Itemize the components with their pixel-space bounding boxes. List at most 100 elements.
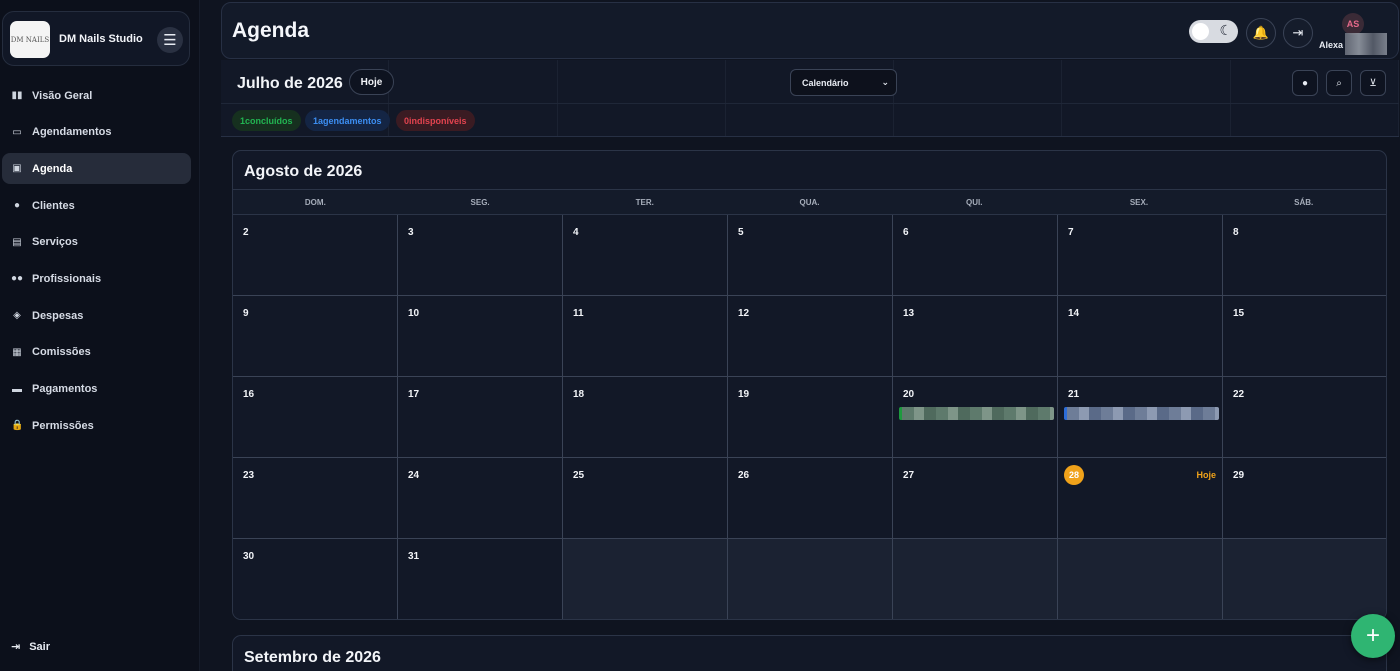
sidebar-item-label: Profissionais [32, 272, 102, 285]
calendar-day[interactable]: 21 [1058, 377, 1223, 458]
page-title: Agenda [232, 19, 310, 42]
calendar-day[interactable]: 13 [893, 296, 1058, 377]
notifications-button[interactable]: 🔔 [1246, 18, 1276, 48]
day-number: 29 [1233, 470, 1245, 481]
calendar-day-empty [563, 539, 728, 619]
calendar-day[interactable]: 11 [563, 296, 728, 377]
day-number: 3 [408, 227, 414, 238]
calendar-day[interactable]: 27 [893, 458, 1058, 539]
calendar-day[interactable]: 18 [563, 377, 728, 458]
calendar-day[interactable]: 25 [563, 458, 728, 539]
filter-off-icon: ⊻ [1369, 77, 1377, 89]
calendar-day[interactable]: 28 Hoje [1058, 458, 1223, 539]
calendar-day[interactable]: 15 [1223, 296, 1386, 377]
services-icon: ▤ [12, 236, 22, 248]
day-number: 19 [738, 389, 750, 400]
sidebar-item-label: Visão Geral [32, 89, 93, 102]
sidebar-item-visao-geral[interactable]: ▮▮ Visão Geral [2, 80, 191, 111]
day-number: 22 [1233, 389, 1245, 400]
clear-filter-button[interactable]: ⊻ [1360, 70, 1386, 96]
brand-name: DM Nails Studio [59, 33, 143, 45]
today-day-number: 28 [1064, 465, 1084, 485]
appointment-event[interactable] [899, 407, 1054, 420]
calendar-day[interactable]: 20 [893, 377, 1058, 458]
brand-card: DM NAILS DM Nails Studio ☰ [2, 11, 190, 66]
calendar-grid: 2 3 4 5 6 7 8 9 10 11 12 13 14 15 16 17 18 19 20 21 22 23 24 25… [233, 215, 1386, 619]
calendar-day[interactable]: 30 [233, 539, 398, 619]
theme-toggle[interactable]: ☾ [1189, 20, 1238, 43]
filter-professional-button[interactable]: ● [1292, 70, 1318, 96]
sidebar-item-despesas[interactable]: ◈ Despesas [2, 300, 191, 331]
day-number: 26 [738, 470, 750, 481]
logout-button[interactable]: ⇥ Sair [11, 640, 50, 654]
avatar[interactable]: AS [1342, 13, 1364, 35]
sidebar-item-label: Agenda [32, 162, 73, 175]
topbar: Agenda ☾ 🔔 ⇥ AS Alexa [221, 2, 1399, 59]
day-number: 9 [243, 308, 249, 319]
badge-unavailable: 0indisponíveis [396, 110, 475, 131]
sidebar-item-agendamentos[interactable]: ▭ Agendamentos [2, 117, 191, 148]
day-number: 31 [408, 551, 420, 562]
day-number: 10 [408, 308, 420, 319]
appointment-event[interactable] [1064, 407, 1219, 420]
calendar-day[interactable]: 19 [728, 377, 893, 458]
calendar-day[interactable]: 10 [398, 296, 563, 377]
calendar-icon: ▭ [12, 126, 22, 138]
weekday-label: QUA. [799, 198, 820, 207]
day-number: 14 [1068, 308, 1080, 319]
moon-icon: ☾ [1219, 22, 1232, 38]
day-number: 30 [243, 551, 255, 562]
day-number: 18 [573, 389, 585, 400]
day-number: 24 [408, 470, 420, 481]
sidebar-item-profissionais[interactable]: ●● Profissionais [2, 263, 191, 294]
add-appointment-button[interactable]: + [1351, 614, 1395, 658]
day-number: 4 [573, 227, 579, 238]
calendar-day[interactable]: 31 [398, 539, 563, 619]
day-number: 27 [903, 470, 915, 481]
sidebar-item-label: Permissões [32, 419, 94, 432]
calendar-day[interactable]: 29 [1223, 458, 1386, 539]
calendar-today-icon: ▣ [12, 163, 22, 175]
calendar-month-title: Agosto de 2026 [244, 163, 363, 180]
calendar-day[interactable]: 7 [1058, 215, 1223, 296]
calendar-day[interactable]: 26 [728, 458, 893, 539]
dashboard-icon: ▮▮ [11, 90, 23, 101]
sidebar-item-servicos[interactable]: ▤ Serviços [2, 227, 191, 258]
hamburger-menu-button[interactable]: ☰ [157, 27, 183, 53]
calendar-day-empty [1058, 539, 1223, 619]
receipt-icon: ▦ [12, 346, 22, 358]
calendar-day-empty [1223, 539, 1386, 619]
day-number: 13 [903, 308, 915, 319]
sidebar-item-clientes[interactable]: ● Clientes [2, 190, 191, 221]
sidebar-item-agenda[interactable]: ▣ Agenda [2, 153, 191, 185]
calendar-day[interactable]: 2 [233, 215, 398, 296]
weekday-label: TER. [635, 198, 654, 207]
weekday-label: QUI. [966, 198, 983, 207]
view-select[interactable]: Calendário ⌄ [790, 69, 897, 96]
calendar-day[interactable]: 23 [233, 458, 398, 539]
view-select-value: Calendário [802, 77, 849, 88]
calendar-day[interactable]: 9 [233, 296, 398, 377]
today-button[interactable]: Hoje [349, 69, 394, 95]
sidebar-item-label: Despesas [32, 309, 84, 322]
search-button[interactable]: ⌕ [1326, 70, 1352, 96]
calendar-day[interactable]: 16 [233, 377, 398, 458]
logout-icon: ⇥ [11, 641, 21, 653]
calendar-day[interactable]: 14 [1058, 296, 1223, 377]
weekday-label: SEX. [1129, 198, 1149, 207]
sidebar-item-comissoes[interactable]: ▦ Comissões [2, 337, 191, 368]
calendar-day[interactable]: 24 [398, 458, 563, 539]
calendar-day[interactable]: 8 [1223, 215, 1386, 296]
calendar-day[interactable]: 12 [728, 296, 893, 377]
calendar-day[interactable]: 4 [563, 215, 728, 296]
sidebar-item-permissoes[interactable]: 🔒 Permissões [2, 410, 191, 441]
calendar-day[interactable]: 17 [398, 377, 563, 458]
current-month-title: Julho de 2026 [237, 75, 343, 92]
calendar-day[interactable]: 6 [893, 215, 1058, 296]
logout-top-button[interactable]: ⇥ [1283, 18, 1313, 48]
calendar-day[interactable]: 22 [1223, 377, 1386, 458]
sidebar-item-pagamentos[interactable]: ▬ Pagamentos [2, 374, 191, 405]
month-calendar-august: Agosto de 2026 DOM. SEG. TER. QUA. QUI. SEX. S… [232, 150, 1387, 620]
calendar-day[interactable]: 5 [728, 215, 893, 296]
calendar-day[interactable]: 3 [398, 215, 563, 296]
